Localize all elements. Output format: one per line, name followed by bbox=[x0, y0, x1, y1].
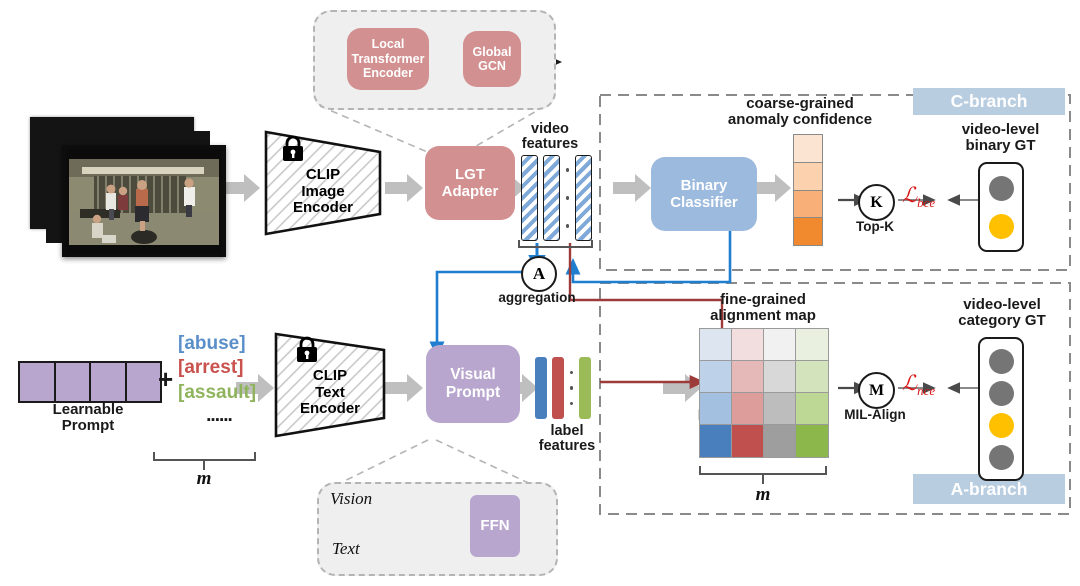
local-transformer-encoder-label: Local Transformer Encoder bbox=[351, 37, 425, 81]
confidence-cell bbox=[794, 190, 822, 219]
vp-detail-vision-label: Vision bbox=[330, 489, 373, 508]
aggregation-node[interactable]: A bbox=[521, 256, 557, 292]
cctv-scene bbox=[66, 149, 222, 253]
video-features-label: video features bbox=[521, 121, 579, 153]
topk-node[interactable]: K bbox=[858, 184, 895, 221]
bce-loss: ℒbce bbox=[902, 183, 935, 211]
a-branch-tag-label: A-branch bbox=[950, 478, 1028, 499]
category-gt-panel bbox=[978, 337, 1024, 481]
category-gt-title: video-level category GT bbox=[958, 296, 1046, 329]
aggregation-to-visual-prompt bbox=[429, 270, 537, 359]
nce-loss-subscript: nce bbox=[917, 383, 936, 399]
label-features-label: label features bbox=[538, 423, 596, 455]
clip-image-encoder-line1: CLIP bbox=[305, 165, 341, 183]
binary-gt-panel bbox=[978, 162, 1024, 252]
gt-dot-off bbox=[988, 380, 1014, 406]
lgt-adapter[interactable]: LGT Adapter bbox=[425, 146, 515, 220]
global-gcn-block[interactable]: Global GCN bbox=[463, 31, 521, 87]
gt-dot-off bbox=[988, 175, 1014, 201]
nce-loss: ℒnce bbox=[902, 371, 935, 399]
clip-text-encoder[interactable]: CLIP Text Encoder bbox=[272, 330, 388, 440]
lgt-adapter-label: LGT Adapter bbox=[441, 165, 499, 200]
clip-image-encoder-line3: Encoder bbox=[292, 199, 353, 217]
alignment-map-title: fine-grained alignment map bbox=[710, 291, 816, 324]
prompt-cell bbox=[126, 363, 160, 401]
prompt-cell bbox=[55, 363, 91, 401]
class-prompt-ellipsis: ...... bbox=[206, 404, 233, 426]
nce-loss-symbol: ℒ bbox=[902, 371, 918, 395]
alignment-map-count-m: m bbox=[755, 484, 771, 505]
visual-prompt[interactable]: Visual Prompt bbox=[426, 345, 520, 423]
mil-align-symbol: M bbox=[868, 381, 885, 399]
mil-align-label: MIL-Align bbox=[844, 407, 906, 422]
fine-grained-alignment-map bbox=[699, 328, 829, 458]
global-gcn-label: Global GCN bbox=[472, 44, 512, 73]
ffn-block[interactable]: FFN bbox=[470, 495, 520, 557]
binary-gt-title: video-level binary GT bbox=[961, 121, 1040, 154]
local-transformer-encoder-block[interactable]: Local Transformer Encoder bbox=[347, 28, 429, 90]
bce-loss-symbol: ℒ bbox=[902, 183, 918, 207]
lock-icon bbox=[283, 135, 303, 161]
confidence-cell bbox=[794, 162, 822, 191]
prompt-cell bbox=[91, 363, 127, 401]
clip-image-encoder-line2: Image bbox=[301, 182, 345, 200]
aggregation-label: aggregation bbox=[498, 290, 576, 305]
visual-prompt-label: Visual Prompt bbox=[445, 366, 501, 401]
clip-text-encoder-line1: CLIP bbox=[312, 366, 348, 384]
binary-classifier[interactable]: Binary Classifier bbox=[651, 157, 757, 231]
confidence-cell bbox=[794, 135, 822, 163]
mil-align-node[interactable]: M bbox=[858, 372, 895, 409]
gt-dot-off bbox=[988, 444, 1014, 470]
binary-classifier-label: Binary Classifier bbox=[670, 176, 738, 211]
topk-symbol: K bbox=[870, 193, 883, 211]
bce-loss-subscript: bce bbox=[917, 195, 936, 211]
vp-detail-text-label: Text bbox=[332, 539, 360, 558]
learnable-prompt-label: Learnable Prompt bbox=[52, 401, 124, 434]
prompt-count-m: m bbox=[196, 468, 212, 489]
gt-dot-on bbox=[988, 412, 1014, 438]
gt-dot-on bbox=[988, 213, 1014, 239]
confidence-cell bbox=[794, 218, 822, 245]
prompt-cell bbox=[20, 363, 56, 401]
video-features-bars bbox=[521, 155, 593, 241]
clip-text-encoder-line3: Encoder bbox=[299, 400, 360, 418]
ffn-label: FFN bbox=[480, 517, 510, 535]
coarse-confidence-title: coarse-grained anomaly confidence bbox=[727, 95, 873, 128]
lock-icon bbox=[297, 336, 317, 362]
gt-dot-off bbox=[988, 348, 1014, 374]
prompt-plus-sign: + bbox=[158, 364, 174, 394]
aggregation-symbol: A bbox=[532, 264, 546, 283]
clip-image-encoder[interactable]: CLIP Image Encoder bbox=[262, 128, 384, 238]
c-branch-tag: C-branch bbox=[913, 88, 1065, 115]
learnable-prompt-cells[interactable] bbox=[18, 361, 162, 403]
label-features-bars bbox=[535, 357, 601, 419]
coarse-confidence-column bbox=[793, 134, 823, 246]
clip-text-encoder-line2: Text bbox=[315, 383, 345, 401]
c-branch-tag-label: C-branch bbox=[950, 91, 1028, 111]
topk-label: Top-K bbox=[856, 219, 894, 234]
